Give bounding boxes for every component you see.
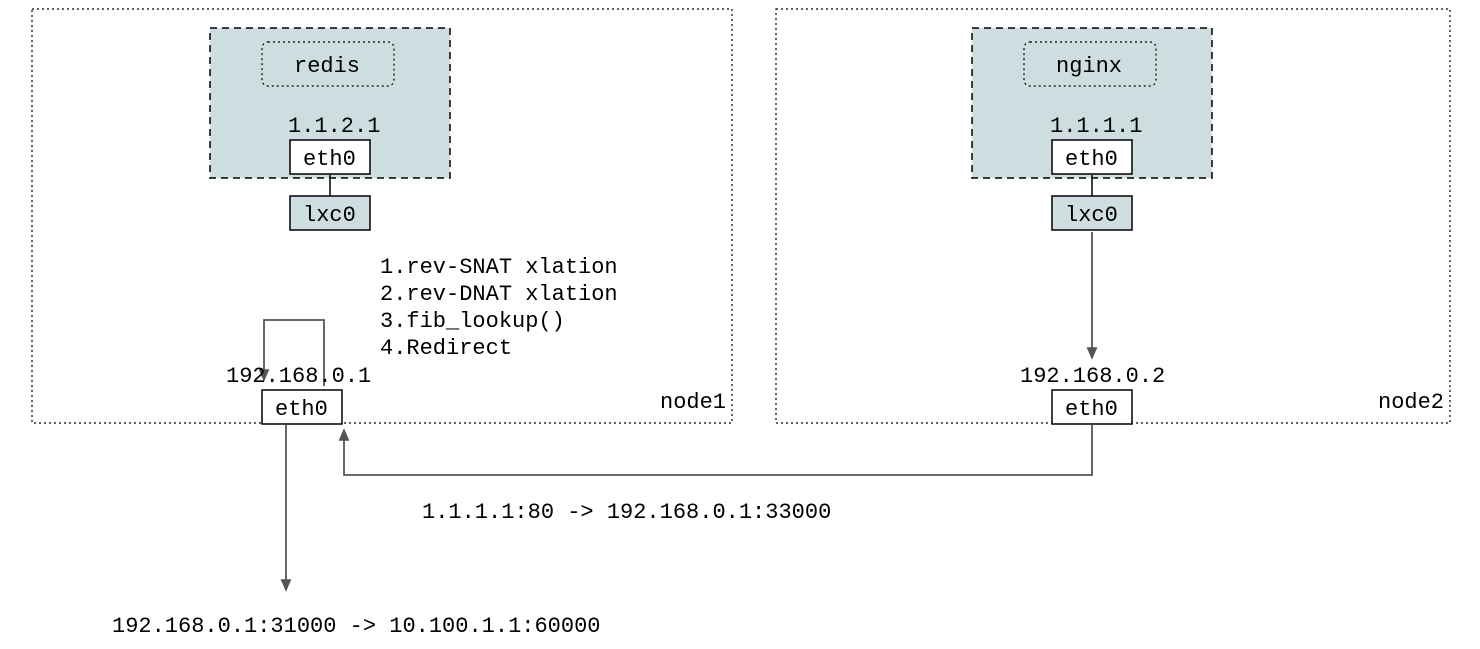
node1-pod-ip: 1.1.2.1 bbox=[288, 114, 380, 139]
node2-label: node2 bbox=[1378, 390, 1444, 415]
node1-pod: redis 1.1.2.1 eth0 bbox=[210, 28, 450, 178]
node1-step-4: 4.Redirect bbox=[380, 336, 512, 361]
node1-step-2: 2.rev-DNAT xlation bbox=[380, 282, 618, 307]
node1-host-ip: 192.168.0.1 bbox=[226, 364, 371, 389]
node2-host-iface: eth0 bbox=[1065, 397, 1118, 422]
inter-node-flow-label: 1.1.1.1:80 -> 192.168.0.1:33000 bbox=[422, 500, 831, 525]
node2-lxc0-label: lxc0 bbox=[1065, 203, 1118, 228]
node1: node1 redis 1.1.2.1 eth0 lxc0 1.rev-SNAT… bbox=[32, 9, 732, 424]
network-diagram: node1 redis 1.1.2.1 eth0 lxc0 1.rev-SNAT… bbox=[0, 0, 1480, 649]
node1-lxc0-label: lxc0 bbox=[303, 203, 356, 228]
node2-pod: nginx 1.1.1.1 eth0 bbox=[972, 28, 1212, 178]
node1-host-iface: eth0 bbox=[275, 397, 328, 422]
inter-node-arrow bbox=[344, 425, 1092, 475]
node1-service-label: redis bbox=[294, 54, 360, 79]
node2-pod-iface: eth0 bbox=[1065, 147, 1118, 172]
node2-host-ip: 192.168.0.2 bbox=[1020, 364, 1165, 389]
node1-step-3: 3.fib_lookup() bbox=[380, 309, 565, 334]
node1-pod-iface: eth0 bbox=[303, 147, 356, 172]
node2-service-label: nginx bbox=[1056, 54, 1122, 79]
node1-label: node1 bbox=[660, 390, 726, 415]
node1-step-1: 1.rev-SNAT xlation bbox=[380, 255, 618, 280]
egress-flow-label: 192.168.0.1:31000 -> 10.100.1.1:60000 bbox=[112, 614, 600, 639]
node2: node2 nginx 1.1.1.1 eth0 lxc0 192.168.0.… bbox=[776, 9, 1450, 424]
node2-pod-ip: 1.1.1.1 bbox=[1050, 114, 1142, 139]
